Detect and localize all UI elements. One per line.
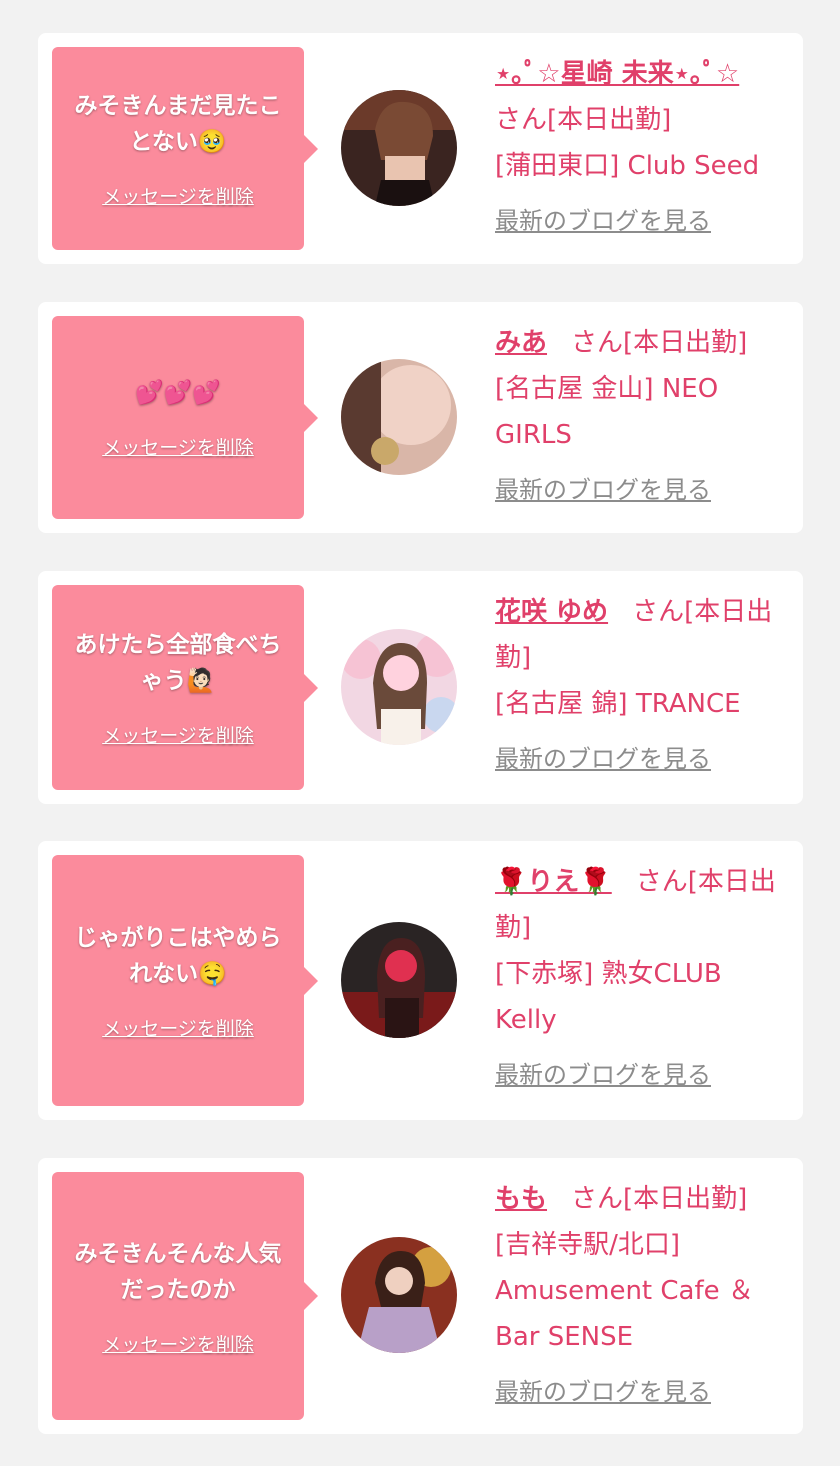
- delete-message-link[interactable]: メッセージを削除: [102, 721, 254, 748]
- avatar[interactable]: [341, 922, 457, 1038]
- message-bubble: みそきんまだ見たことない🥹 メッセージを削除: [52, 47, 318, 250]
- avatar[interactable]: [341, 359, 457, 475]
- attendance-label: さん[本日出勤]: [495, 105, 672, 135]
- message-text: みそきんまだ見たことない🥹: [74, 93, 282, 155]
- delete-message-link[interactable]: メッセージを削除: [102, 182, 254, 209]
- girl-info: 🌹りえ🌹 さん[本日出勤] [下赤塚] 熟女CLUB Kelly 最新のブログを見…: [495, 859, 785, 1091]
- message-card: みそきんそんな人気だったのか メッセージを削除 もも さん[本日出勤] [吉祥寺駅…: [38, 1158, 803, 1434]
- message-text: あけたら全部食べちゃう🙋🏻: [74, 632, 282, 694]
- shop-name: [蒲田東口] Club Seed: [495, 151, 760, 181]
- message-card: じゃがりこはやめられない🤤 メッセージを削除 🌹りえ🌹 さん[本日出勤] [下赤塚…: [38, 841, 803, 1120]
- message-bubble: あけたら全部食べちゃう🙋🏻 メッセージを削除: [52, 585, 318, 790]
- avatar[interactable]: [341, 1237, 457, 1353]
- message-bubble: じゃがりこはやめられない🤤 メッセージを削除: [52, 855, 318, 1106]
- avatar[interactable]: [341, 90, 457, 206]
- shop-name: [下赤塚] 熟女CLUB Kelly: [495, 959, 722, 1035]
- message-text: みそきんそんな人気だったのか: [74, 1240, 282, 1303]
- latest-blog-link[interactable]: 最新のブログを見る: [495, 743, 785, 775]
- message-card: あけたら全部食べちゃう🙋🏻 メッセージを削除 花咲 ゆめ さん[本日出勤] [名古…: [38, 571, 803, 804]
- avatar[interactable]: [341, 629, 457, 745]
- message-bubble: 💕💕💕 メッセージを削除: [52, 316, 318, 519]
- girl-info: ⋆｡ﾟ☆星崎 未来⋆｡ﾟ☆ さん[本日出勤] [蒲田東口] Club Seed …: [495, 51, 785, 237]
- message-bubble: みそきんそんな人気だったのか メッセージを削除: [52, 1172, 318, 1420]
- girl-info: みあ さん[本日出勤] [名古屋 金山] NEO GIRLS 最新のブログを見る: [495, 320, 785, 506]
- attendance-label: さん[本日出勤]: [571, 1184, 748, 1214]
- message-card: 💕💕💕 メッセージを削除 みあ さん[本日出勤] [名古屋 金山] NEO GIR…: [38, 302, 803, 533]
- girl-name-link[interactable]: ⋆｡ﾟ☆星崎 未来⋆｡ﾟ☆: [495, 59, 739, 89]
- attendance-label: さん[本日出勤]: [571, 328, 748, 358]
- latest-blog-link[interactable]: 最新のブログを見る: [495, 1059, 785, 1091]
- girl-info: 花咲 ゆめ さん[本日出勤] [名古屋 錦] TRANCE 最新のブログを見る: [495, 589, 785, 775]
- delete-message-link[interactable]: メッセージを削除: [102, 1330, 254, 1357]
- shop-name: [吉祥寺駅/北口] Amusement Cafe ＆Bar SENSE: [495, 1230, 754, 1352]
- message-text: 💕💕💕: [135, 380, 221, 406]
- latest-blog-link[interactable]: 最新のブログを見る: [495, 474, 785, 506]
- shop-name: [名古屋 金山] NEO GIRLS: [495, 374, 719, 450]
- girl-info: もも さん[本日出勤] [吉祥寺駅/北口] Amusement Cafe ＆Bar…: [495, 1176, 785, 1408]
- delete-message-link[interactable]: メッセージを削除: [102, 1014, 254, 1041]
- girl-name-link[interactable]: 🌹りえ🌹: [495, 867, 612, 897]
- shop-name: [名古屋 錦] TRANCE: [495, 689, 741, 719]
- latest-blog-link[interactable]: 最新のブログを見る: [495, 1376, 785, 1408]
- message-text: じゃがりこはやめられない🤤: [74, 925, 282, 987]
- message-card: みそきんまだ見たことない🥹 メッセージを削除 ⋆｡ﾟ☆星崎 未来⋆｡ﾟ☆ さん[…: [38, 33, 803, 264]
- girl-name-link[interactable]: みあ: [495, 328, 547, 358]
- delete-message-link[interactable]: メッセージを削除: [102, 433, 254, 460]
- latest-blog-link[interactable]: 最新のブログを見る: [495, 205, 785, 237]
- girl-name-link[interactable]: 花咲 ゆめ: [495, 597, 608, 627]
- girl-name-link[interactable]: もも: [495, 1184, 547, 1214]
